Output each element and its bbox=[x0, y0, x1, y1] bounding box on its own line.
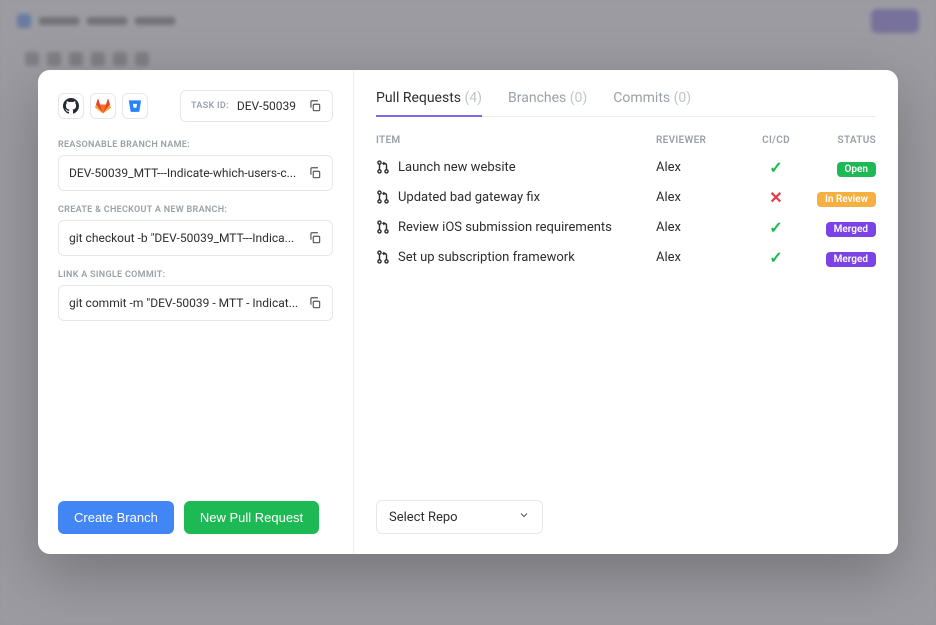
col-header-reviewer: REVIEWER bbox=[656, 135, 746, 146]
vcs-provider-icons bbox=[58, 93, 148, 119]
pr-item: Updated bad gateway fix bbox=[376, 190, 656, 205]
pr-cicd-status: ✓ bbox=[746, 158, 806, 177]
commit-input[interactable]: git commit -m "DEV-50039 - MTT - Indicat… bbox=[58, 285, 333, 321]
branch-name-label: REASONABLE BRANCH NAME: bbox=[58, 140, 333, 150]
commit-value: git commit -m "DEV-50039 - MTT - Indicat… bbox=[69, 296, 304, 310]
pr-cicd-status: ✕ bbox=[746, 188, 806, 207]
left-pane-footer: Create Branch New Pull Request bbox=[58, 501, 333, 534]
tab-commits[interactable]: Commits (0) bbox=[613, 90, 691, 116]
tab-label: Branches bbox=[508, 90, 570, 106]
new-pull-request-button[interactable]: New Pull Request bbox=[184, 501, 319, 534]
tabs: Pull Requests (4)Branches (0)Commits (0) bbox=[376, 90, 876, 117]
tab-pull-requests[interactable]: Pull Requests (4) bbox=[376, 90, 482, 116]
status-badge: Open bbox=[837, 162, 877, 177]
pr-reviewer: Alex bbox=[656, 220, 746, 235]
pull-request-icon bbox=[376, 250, 390, 264]
pr-status: Open bbox=[806, 157, 876, 177]
check-icon: ✓ bbox=[769, 248, 782, 267]
tab-branches[interactable]: Branches (0) bbox=[508, 90, 587, 116]
pr-rows: Launch new website Alex ✓ Open Updated bad g… bbox=[376, 152, 876, 272]
right-pane: Pull Requests (4)Branches (0)Commits (0)… bbox=[354, 70, 898, 554]
pr-reviewer: Alex bbox=[656, 190, 746, 205]
pull-request-icon bbox=[376, 190, 390, 204]
table-row[interactable]: Updated bad gateway fix Alex ✕ In Review bbox=[376, 182, 876, 212]
task-id-value: DEV-50039 bbox=[237, 99, 296, 113]
branch-name-input[interactable]: DEV-50039_MTT---Indicate-which-users-c..… bbox=[58, 155, 333, 191]
tab-count: (0) bbox=[570, 90, 588, 106]
right-pane-footer: Select Repo bbox=[376, 500, 876, 534]
pr-title: Launch new website bbox=[398, 160, 516, 175]
chevron-down-icon bbox=[518, 509, 530, 525]
left-pane-header: TASK ID: DEV-50039 bbox=[58, 90, 333, 122]
pr-title: Set up subscription framework bbox=[398, 250, 575, 265]
pr-status: Merged bbox=[806, 247, 876, 267]
select-repo-label: Select Repo bbox=[389, 510, 458, 525]
tab-count: (0) bbox=[674, 90, 692, 106]
copy-checkout-icon[interactable] bbox=[304, 227, 326, 249]
tab-label: Commits bbox=[613, 90, 673, 106]
pr-title: Review iOS submission requirements bbox=[398, 220, 612, 235]
table-row[interactable]: Launch new website Alex ✓ Open bbox=[376, 152, 876, 182]
pr-item: Launch new website bbox=[376, 160, 656, 175]
bitbucket-icon[interactable] bbox=[122, 93, 148, 119]
table-header: ITEM REVIEWER CI/CD STATUS bbox=[376, 129, 876, 152]
pr-cicd-status: ✓ bbox=[746, 248, 806, 267]
pr-reviewer: Alex bbox=[656, 250, 746, 265]
left-pane: TASK ID: DEV-50039 REASONABLE BRANCH NAM… bbox=[38, 70, 354, 554]
pr-item: Review iOS submission requirements bbox=[376, 220, 656, 235]
check-icon: ✓ bbox=[769, 158, 782, 177]
tab-count: (4) bbox=[464, 90, 482, 106]
table-row[interactable]: Review iOS submission requirements Alex ✓ M… bbox=[376, 212, 876, 242]
commit-label: LINK A SINGLE COMMIT: bbox=[58, 270, 333, 280]
git-modal: TASK ID: DEV-50039 REASONABLE BRANCH NAM… bbox=[38, 70, 898, 554]
copy-commit-icon[interactable] bbox=[304, 292, 326, 314]
task-id-label: TASK ID: bbox=[191, 101, 229, 111]
select-repo-dropdown[interactable]: Select Repo bbox=[376, 500, 543, 534]
copy-branch-name-icon[interactable] bbox=[304, 162, 326, 184]
status-badge: Merged bbox=[826, 222, 876, 237]
pr-status: In Review bbox=[806, 187, 876, 207]
pr-title: Updated bad gateway fix bbox=[398, 190, 540, 205]
tab-label: Pull Requests bbox=[376, 90, 464, 106]
check-icon: ✓ bbox=[769, 218, 782, 237]
checkout-label: CREATE & CHECKOUT A NEW BRANCH: bbox=[58, 205, 333, 215]
col-header-item: ITEM bbox=[376, 135, 656, 146]
pull-request-icon bbox=[376, 220, 390, 234]
table-row[interactable]: Set up subscription framework Alex ✓ Merged bbox=[376, 242, 876, 272]
col-header-cicd: CI/CD bbox=[746, 135, 806, 146]
status-badge: In Review bbox=[817, 192, 876, 207]
create-branch-button[interactable]: Create Branch bbox=[58, 501, 174, 534]
github-icon[interactable] bbox=[58, 93, 84, 119]
task-id-box: TASK ID: DEV-50039 bbox=[180, 90, 333, 122]
status-badge: Merged bbox=[826, 252, 876, 267]
pr-cicd-status: ✓ bbox=[746, 218, 806, 237]
col-header-status: STATUS bbox=[806, 135, 876, 146]
cross-icon: ✕ bbox=[769, 188, 782, 207]
pr-status: Merged bbox=[806, 217, 876, 237]
pr-item: Set up subscription framework bbox=[376, 250, 656, 265]
branch-name-value: DEV-50039_MTT---Indicate-which-users-c..… bbox=[69, 166, 304, 180]
pull-request-icon bbox=[376, 160, 390, 174]
pr-reviewer: Alex bbox=[656, 160, 746, 175]
copy-task-id-icon[interactable] bbox=[304, 95, 326, 117]
checkout-value: git checkout -b "DEV-50039_MTT---Indica.… bbox=[69, 231, 304, 245]
gitlab-icon[interactable] bbox=[90, 93, 116, 119]
checkout-input[interactable]: git checkout -b "DEV-50039_MTT---Indica.… bbox=[58, 220, 333, 256]
